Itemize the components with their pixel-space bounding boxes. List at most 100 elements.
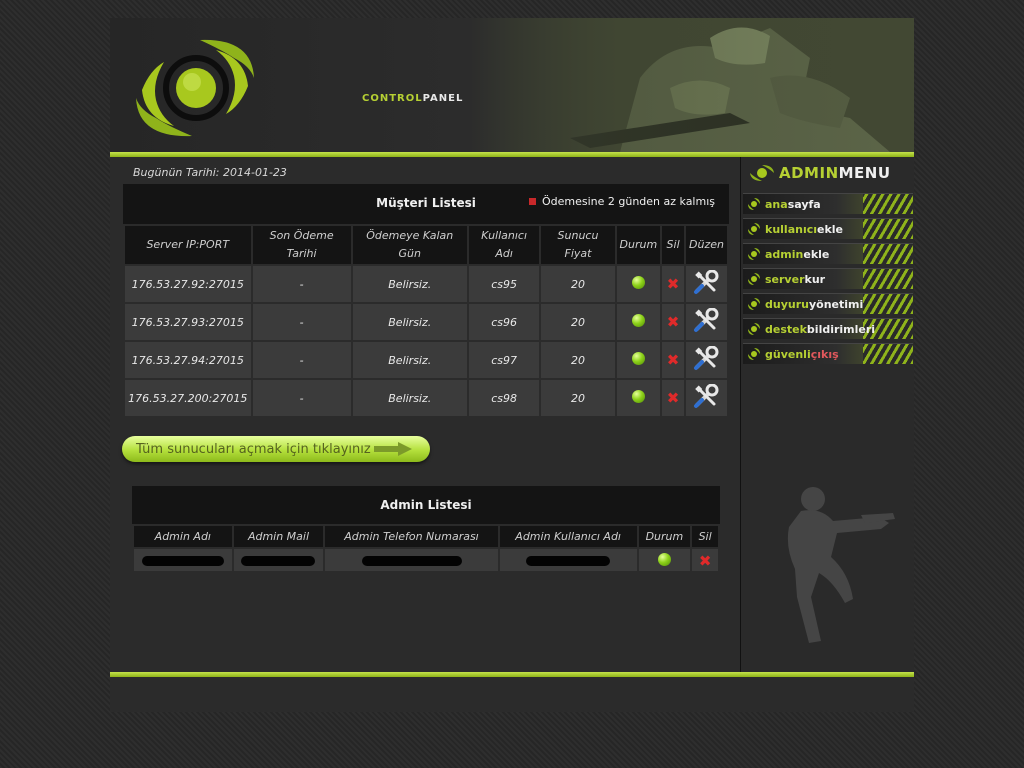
stripe-decoration xyxy=(863,219,913,239)
last-payment-date: - xyxy=(252,304,351,340)
admin-table: Admin Adı Admin Mail Admin Telefon Numar… xyxy=(132,524,720,573)
sidebar-item-add-admin[interactable]: adminekle xyxy=(743,243,913,264)
stripe-decoration xyxy=(863,244,913,264)
column-header: Sunucu Fiyat xyxy=(541,226,615,264)
customer-list-header: Müşteri Listesi Ödemesine 2 günden az ka… xyxy=(123,184,729,224)
column-header: Sil xyxy=(692,526,718,547)
status-cell xyxy=(616,380,661,416)
edit-tools-icon[interactable] xyxy=(693,307,719,334)
sidebar-item-logout[interactable]: güvenliçıkış xyxy=(743,343,913,364)
last-payment-date: - xyxy=(252,380,351,416)
admin-list-header: Admin Listesi xyxy=(132,486,720,524)
edit-tools-icon[interactable] xyxy=(693,269,719,296)
open-all-label: Tüm sunucuları açmak için tıklayınız xyxy=(136,441,371,457)
sidebar-item-label: anasayfa xyxy=(765,197,821,211)
page-container: CONTROLPANEL Bugünün Tarihi: 2014-01-23 … xyxy=(110,18,914,712)
stripe-decoration xyxy=(863,269,913,289)
edit-cell xyxy=(685,266,727,302)
column-header: Son Ödeme Tarihi xyxy=(252,226,351,264)
logo xyxy=(136,39,254,137)
username: cs95 xyxy=(468,266,540,302)
sidebar-item-label: duyuruyönetimi xyxy=(765,297,864,311)
soldier-silhouette-image xyxy=(787,487,895,643)
server-ip: 176.53.27.200:27015 xyxy=(125,380,251,416)
edit-cell xyxy=(685,380,727,416)
swirl-icon xyxy=(748,273,760,285)
table-row: 176.53.27.200:27015 - Belirsiz. cs98 20 … xyxy=(125,380,727,416)
swirl-icon xyxy=(748,348,760,360)
open-all-servers-button[interactable]: Tüm sunucuları açmak için tıklayınız xyxy=(122,436,430,462)
table-row: ✖ xyxy=(134,549,718,571)
delete-icon[interactable]: ✖ xyxy=(667,275,680,293)
sidebar-item-label: adminekle xyxy=(765,247,830,261)
delete-icon[interactable]: ✖ xyxy=(667,389,680,407)
admin-mail-redacted xyxy=(233,549,324,571)
status-cell xyxy=(638,549,691,571)
server-price: 20 xyxy=(541,380,615,416)
column-header: Sil xyxy=(662,226,684,264)
table-header-row: Admin Adı Admin Mail Admin Telefon Numar… xyxy=(134,526,718,547)
swirl-icon xyxy=(748,298,760,310)
delete-cell: ✖ xyxy=(662,304,684,340)
customer-list-panel: Müşteri Listesi Ödemesine 2 günden az ka… xyxy=(123,184,729,418)
username: cs98 xyxy=(468,380,540,416)
status-cell xyxy=(616,342,661,378)
status-active-icon[interactable] xyxy=(657,552,671,566)
last-payment-date: - xyxy=(252,342,351,378)
legend-text: Ödemesine 2 günden az kalmış xyxy=(541,195,715,208)
column-header: Kullanıcı Adı xyxy=(468,226,540,264)
logo-swirl-icon xyxy=(750,165,774,181)
swirl-icon xyxy=(748,248,760,260)
sidebar-item-add-user[interactable]: kullanıcıekle xyxy=(743,218,913,239)
sidebar-item-label: serverkur xyxy=(765,272,826,286)
column-header: Admin Kullanıcı Adı xyxy=(499,526,637,547)
server-ip: 176.53.27.92:27015 xyxy=(125,266,251,302)
edit-cell xyxy=(685,342,727,378)
server-ip: 176.53.27.94:27015 xyxy=(125,342,251,378)
delete-icon[interactable]: ✖ xyxy=(699,552,712,570)
status-active-icon[interactable] xyxy=(631,276,645,289)
warning-square-icon xyxy=(528,198,536,205)
status-cell xyxy=(616,304,661,340)
status-cell xyxy=(616,266,661,302)
delete-icon[interactable]: ✖ xyxy=(667,351,680,369)
server-ip: 176.53.27.93:27015 xyxy=(125,304,251,340)
swirl-icon xyxy=(748,323,760,335)
footer-divider xyxy=(110,672,914,677)
delete-cell: ✖ xyxy=(662,266,684,302)
column-header: Server IP:PORT xyxy=(125,226,251,264)
today-date: Bugünün Tarihi: 2014-01-23 xyxy=(133,166,287,179)
table-row: 176.53.27.94:27015 - Belirsiz. cs97 20 ✖ xyxy=(125,342,727,378)
days-left: Belirsiz. xyxy=(352,304,467,340)
payment-warning-legend: Ödemesine 2 günden az kalmış xyxy=(528,195,715,208)
column-header: Durum xyxy=(616,226,661,264)
column-header: Admin Mail xyxy=(233,526,324,547)
last-payment-date: - xyxy=(252,266,351,302)
server-price: 20 xyxy=(541,266,615,302)
status-active-icon[interactable] xyxy=(631,352,645,365)
sidebar-item-announcements[interactable]: duyuruyönetimi xyxy=(743,293,913,314)
status-active-icon[interactable] xyxy=(631,390,645,403)
delete-icon[interactable]: ✖ xyxy=(667,313,680,331)
edit-tools-icon[interactable] xyxy=(693,345,719,372)
control-panel-title: CONTROLPANEL xyxy=(362,93,464,104)
sidebar: ADMIN MENU anasayfa kullanıcıekle adminek… xyxy=(741,157,914,672)
column-header: Düzen xyxy=(685,226,727,264)
table-row: 176.53.27.93:27015 - Belirsiz. cs96 20 ✖ xyxy=(125,304,727,340)
admin-username-redacted xyxy=(499,549,637,571)
admin-list-title: Admin Listesi xyxy=(380,498,472,512)
server-price: 20 xyxy=(541,304,615,340)
stripe-decoration xyxy=(863,294,913,314)
sidebar-item-home[interactable]: anasayfa xyxy=(743,193,913,214)
days-left: Belirsiz. xyxy=(352,380,467,416)
customer-table: Server IP:PORT Son Ödeme Tarihi Ödemeye … xyxy=(123,224,729,418)
sidebar-item-support-tickets[interactable]: destekbildirimleri xyxy=(743,318,913,339)
username: cs96 xyxy=(468,304,540,340)
edit-tools-icon[interactable] xyxy=(693,383,719,410)
stripe-decoration xyxy=(863,344,913,364)
sidebar-item-install-server[interactable]: serverkur xyxy=(743,268,913,289)
server-price: 20 xyxy=(541,342,615,378)
main-content: Bugünün Tarihi: 2014-01-23 Müşteri Liste… xyxy=(110,157,740,672)
sidebar-item-label: destekbildirimleri xyxy=(765,322,876,336)
status-active-icon[interactable] xyxy=(631,314,645,327)
